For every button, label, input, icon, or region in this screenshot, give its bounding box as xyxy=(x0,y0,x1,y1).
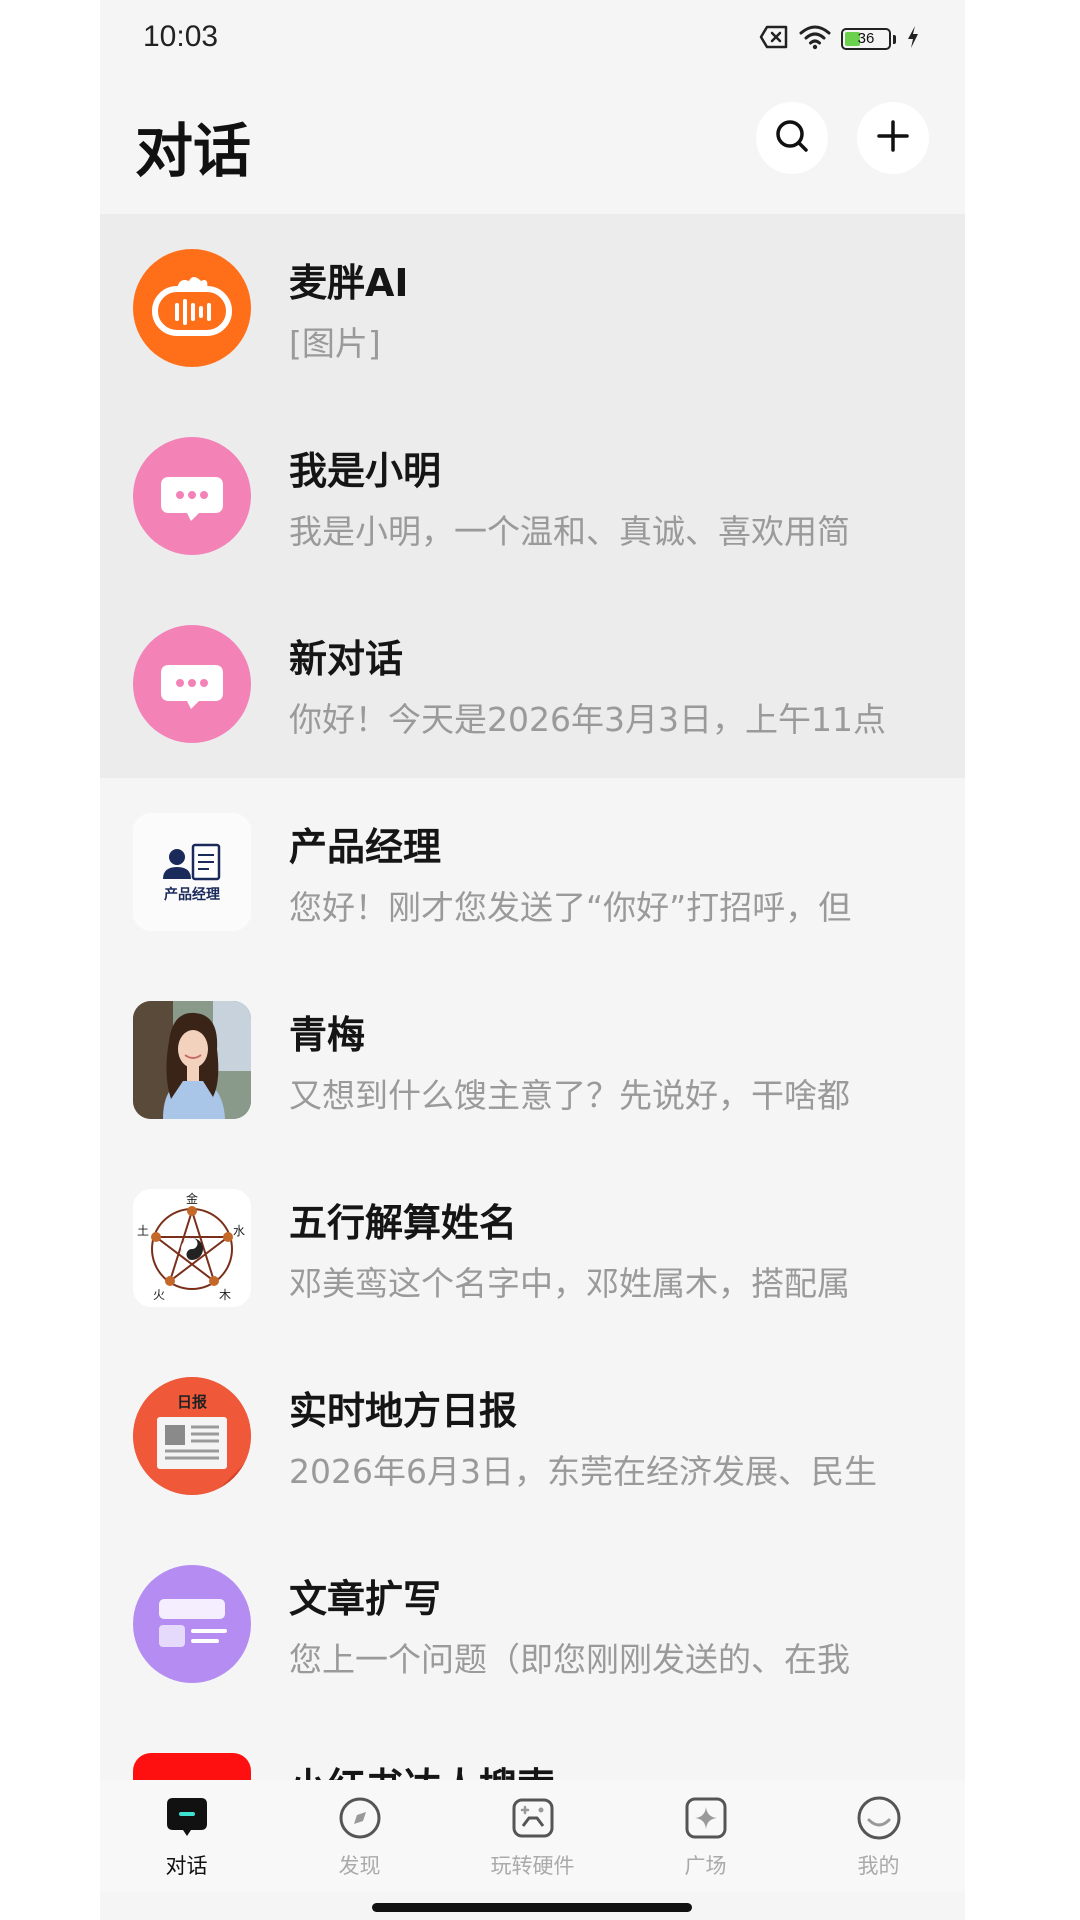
chat-preview: 邓美鸾这个名字中，邓姓属木，搭配属 xyxy=(289,1264,850,1303)
home-indicator[interactable] xyxy=(372,1903,692,1912)
tab-label: 发现 xyxy=(338,1854,381,1878)
robot-avatar xyxy=(133,249,251,367)
newspaper-icon: 日报 xyxy=(133,1377,251,1495)
tab-chat[interactable]: 对话 xyxy=(100,1780,273,1892)
product-manager-icon: 产品经理 xyxy=(163,843,221,903)
chat-item[interactable]: 日报 实时地方日报 2026年6月3日，东莞在经济发展、民生 xyxy=(100,1342,965,1530)
chat-name: 新对话 xyxy=(289,637,404,681)
five-elements-avatar: 金 水 木 火 土 xyxy=(133,1189,251,1307)
chat-name: 实时地方日报 xyxy=(289,1389,518,1433)
tab-label: 对话 xyxy=(165,1854,208,1878)
chat-list: 麦胖AI [图片] 我是小明 我是小明，一个温和、真诚、喜欢用简 新对话 你好！… xyxy=(100,214,965,1906)
portrait-photo-image xyxy=(133,1001,251,1119)
robot-icon xyxy=(152,277,232,336)
search-button[interactable] xyxy=(756,102,828,174)
status-bar: 10:03 36 xyxy=(100,0,965,80)
article-icon xyxy=(159,1599,227,1647)
tab-hardware[interactable]: 玩转硬件 xyxy=(446,1780,619,1892)
chat-name: 青梅 xyxy=(289,1013,366,1057)
newspaper-logo-text: 日报 xyxy=(177,1393,207,1411)
chat-item[interactable]: 我是小明 我是小明，一个温和、真诚、喜欢用简 xyxy=(100,402,965,590)
chat-bubble-icon xyxy=(161,665,223,709)
profile-icon xyxy=(855,1794,903,1842)
element-label-water: 水 xyxy=(233,1224,245,1238)
chat-preview: 我是小明，一个温和、真诚、喜欢用简 xyxy=(289,512,850,551)
chat-bubble-avatar xyxy=(133,625,251,743)
page-title: 对话 xyxy=(135,117,252,185)
tab-plaza[interactable]: 广场 xyxy=(619,1780,792,1892)
chat-name: 麦胖AI xyxy=(289,261,409,305)
element-label-earth: 土 xyxy=(137,1224,149,1238)
chat-item[interactable]: 文章扩写 您上一个问题（即您刚刚发送的、在我 xyxy=(100,1530,965,1718)
chat-item[interactable]: 新对话 你好！今天是2026年3月3日，上午11点 xyxy=(100,590,965,778)
chat-name: 五行解算姓名 xyxy=(289,1201,518,1245)
chat-preview: 又想到什么馊主意了？先说好，干啥都 xyxy=(289,1076,850,1115)
search-icon xyxy=(773,117,811,159)
chat-preview: 您上一个问题（即您刚刚发送的、在我 xyxy=(289,1640,850,1679)
element-label-metal: 金 xyxy=(186,1191,198,1206)
chat-item[interactable]: 青梅 又想到什么馊主意了？先说好，干啥都 xyxy=(100,966,965,1154)
sparkle-icon xyxy=(682,1794,730,1842)
chat-preview: [图片] xyxy=(289,324,381,363)
battery-icon: 36 xyxy=(841,28,891,50)
chat-name: 我是小明 xyxy=(289,449,442,493)
status-icons: 36 xyxy=(759,24,920,54)
portrait-photo xyxy=(133,1001,251,1119)
tab-label: 广场 xyxy=(684,1854,727,1878)
tab-discover[interactable]: 发现 xyxy=(273,1780,446,1892)
newspaper-avatar: 日报 xyxy=(133,1377,251,1495)
chat-bubble-icon xyxy=(161,477,223,521)
product-manager-logo-text: 产品经理 xyxy=(164,886,220,903)
chat-tab-icon xyxy=(163,1794,211,1842)
status-time: 10:03 xyxy=(143,20,219,53)
compass-icon xyxy=(336,1794,384,1842)
product-manager-avatar: 产品经理 xyxy=(133,813,251,931)
screen: 10:03 36 对话 麦胖AI [图片] 我是小明 我是小明，一个温和、真诚、… xyxy=(100,0,965,1920)
chat-preview: 2026年6月3日，东莞在经济发展、民生 xyxy=(289,1452,877,1491)
plus-icon xyxy=(875,118,911,158)
chat-bubble-avatar xyxy=(133,437,251,555)
wifi-icon xyxy=(799,24,831,54)
add-button[interactable] xyxy=(857,102,929,174)
article-avatar xyxy=(133,1565,251,1683)
chat-item[interactable]: 金 水 木 火 土 五行解算姓名 邓美鸾这个名字中，邓姓属木，搭配属 xyxy=(100,1154,965,1342)
tab-bar: 对话 发现 玩转硬件 广场 我的 xyxy=(100,1780,965,1892)
tab-label: 玩转硬件 xyxy=(490,1854,575,1878)
battery-level-text: 36 xyxy=(857,30,875,47)
chat-name: 文章扩写 xyxy=(289,1577,442,1621)
battery-cap xyxy=(893,34,896,44)
element-label-wood: 木 xyxy=(219,1288,231,1302)
charging-icon xyxy=(906,25,920,53)
header: 对话 xyxy=(100,80,965,214)
gamepad-icon xyxy=(509,1794,557,1842)
chat-preview: 您好！刚才您发送了“你好”打招呼，但 xyxy=(289,888,852,927)
chat-preview: 你好！今天是2026年3月3日，上午11点 xyxy=(289,700,886,739)
sim-off-icon xyxy=(759,25,789,53)
element-label-fire: 火 xyxy=(153,1288,165,1302)
tab-profile[interactable]: 我的 xyxy=(792,1780,965,1892)
five-elements-icon: 金 水 木 火 土 xyxy=(137,1191,245,1302)
chat-item[interactable]: 产品经理 产品经理 您好！刚才您发送了“你好”打招呼，但 xyxy=(100,778,965,966)
chat-item[interactable]: 麦胖AI [图片] xyxy=(100,214,965,402)
chat-name: 产品经理 xyxy=(289,825,442,869)
tab-label: 我的 xyxy=(857,1854,900,1878)
